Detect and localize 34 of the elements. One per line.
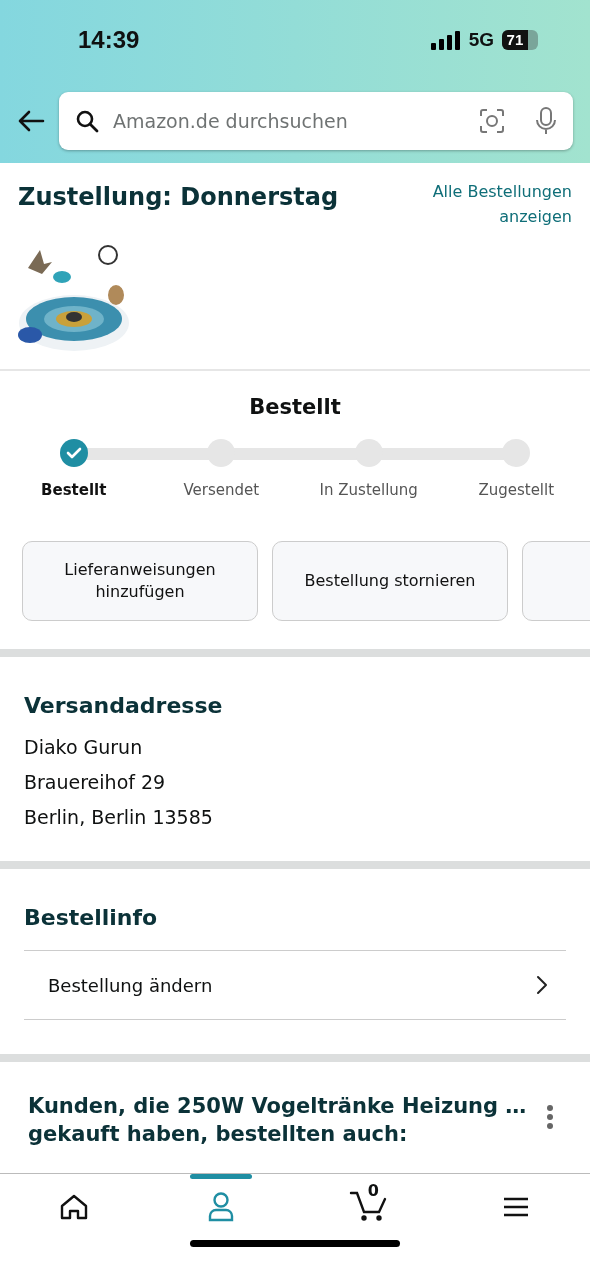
delivery-title: Zustellung: Donnerstag (18, 183, 339, 211)
search-input[interactable]: Amazon.de durchsuchen (111, 109, 467, 133)
back-arrow-icon[interactable] (17, 110, 45, 132)
list-item[interactable]: Bestellung ändern (24, 951, 566, 1019)
list-item-label: Bestellung ändern (48, 974, 213, 996)
step-label: In Zustellung (319, 481, 418, 499)
battery-indicator: 71 (502, 30, 538, 50)
action-button[interactable]: Lieferanweisungen hinzufügen (22, 541, 258, 621)
network-label: 5G (468, 29, 494, 51)
home-icon (59, 1194, 88, 1220)
microphone-icon[interactable] (535, 107, 557, 135)
status-time: 14:39 (78, 26, 140, 54)
search-bar[interactable]: Amazon.de durchsuchen (59, 92, 573, 150)
camera-scan-icon[interactable] (479, 108, 505, 134)
status-title: Bestellt (248, 395, 342, 419)
recommendations-title: Kunden, die 250W Vogeltränke Heizung … gekauft haben, bestellten auch: (28, 1093, 528, 1148)
chevron-right-icon (536, 975, 548, 995)
step-label: Zugestellt (478, 481, 555, 499)
more-options-icon[interactable] (546, 1104, 554, 1130)
all-orders-link[interactable]: Alle Bestellungen anzeigen (412, 179, 572, 229)
signal-icon (430, 30, 461, 50)
cart-count: 0 (367, 1181, 379, 1200)
step-label: Bestellt (41, 481, 107, 499)
address-line: Diako Gurun (24, 735, 144, 760)
address-line: Berlin, Berlin 13585 (24, 805, 214, 830)
address-line: Brauereihof 29 (24, 770, 167, 795)
cart-tab[interactable]: 0 (328, 1178, 409, 1236)
action-button[interactable]: Bestellung stornieren (272, 541, 508, 621)
search-icon (75, 109, 99, 133)
step-label: Versendet (183, 481, 260, 499)
address-title: Versandadresse (24, 693, 224, 718)
person-icon (208, 1192, 235, 1222)
menu-icon (502, 1196, 531, 1218)
order-info-title: Bestellinfo (24, 905, 159, 930)
